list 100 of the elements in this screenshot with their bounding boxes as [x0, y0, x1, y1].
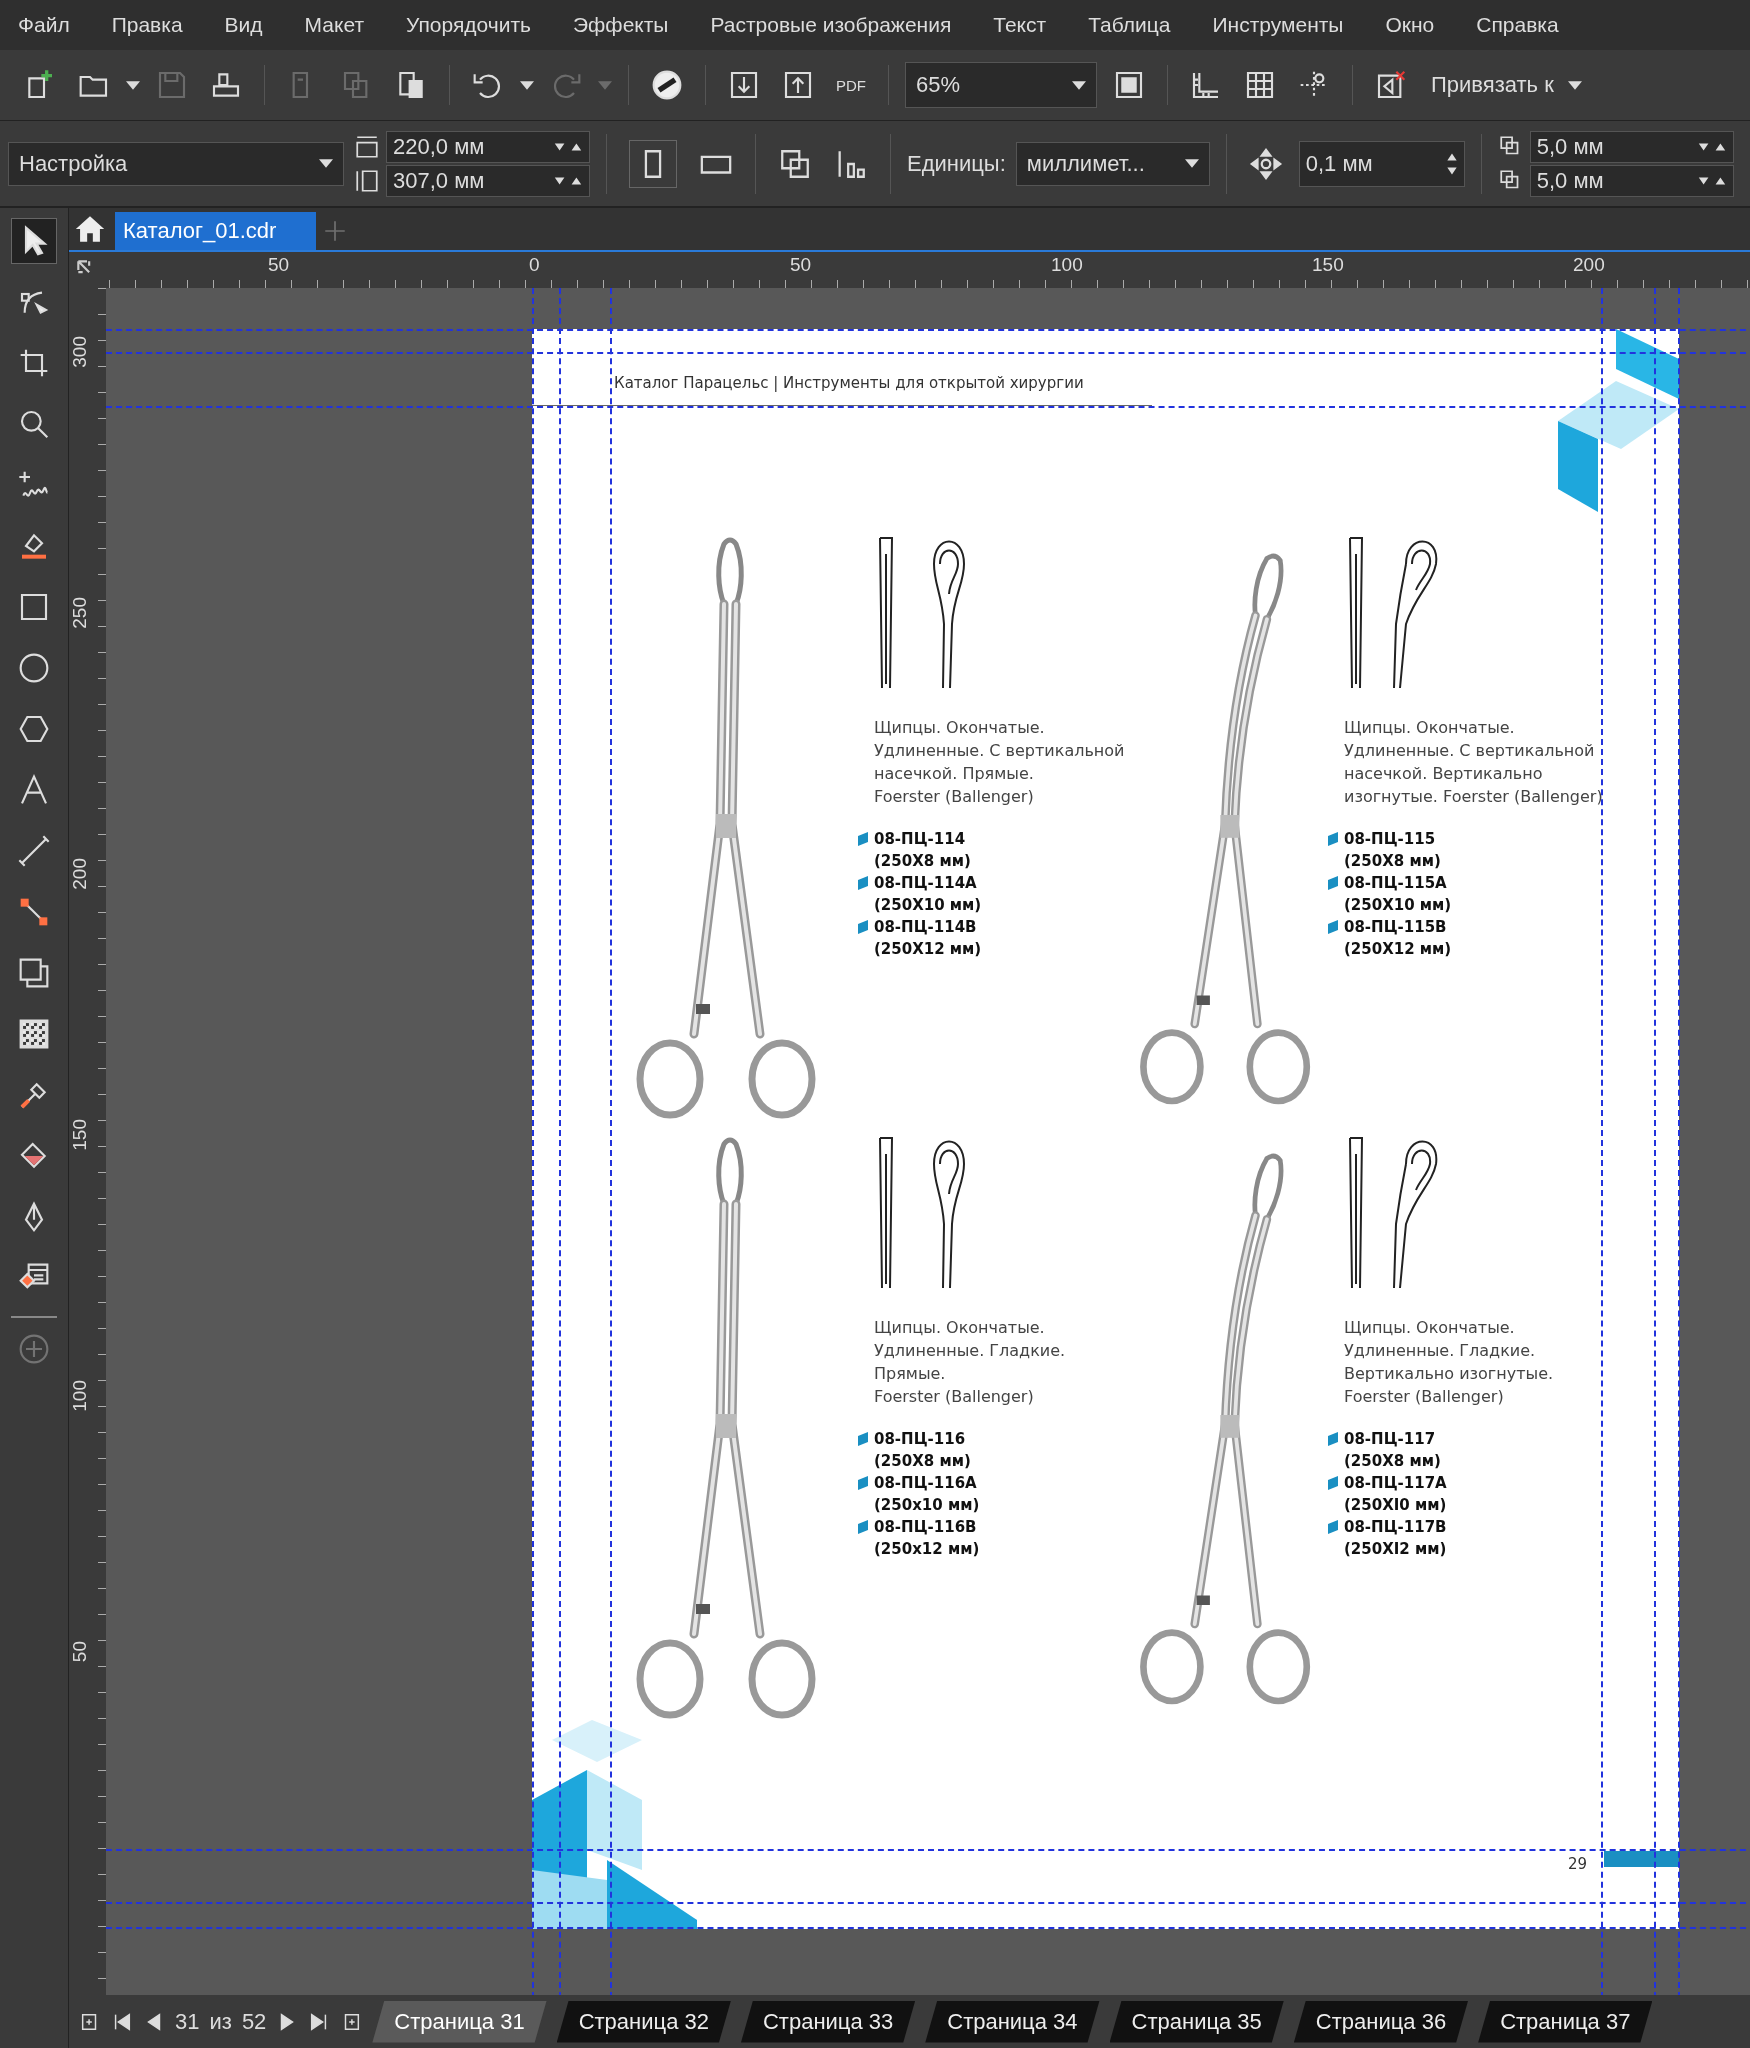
product-code: 08-ПЦ-114 [874, 829, 967, 850]
tool-button[interactable] [11, 218, 57, 264]
bullet-icon [1328, 876, 1338, 890]
bullet-icon [1328, 1476, 1338, 1490]
zoom-dropdown[interactable]: 65% [905, 62, 1097, 108]
rectangle-icon [18, 591, 50, 623]
grid-icon[interactable] [1244, 69, 1276, 101]
page-width-field[interactable]: 220,0 мм [386, 130, 590, 163]
menu-item[interactable]: Эффекты [573, 13, 669, 37]
total-pages: 52 [241, 2008, 267, 2035]
product-code: 08-ПЦ-116А [874, 1473, 978, 1494]
circle-icon[interactable] [651, 69, 683, 101]
product-code: 08-ПЦ-115А [1344, 873, 1448, 894]
ruler-label: 200 [1573, 253, 1606, 277]
ruler-label: 50 [69, 1641, 91, 1663]
caret-icon[interactable] [126, 80, 140, 90]
caret-icon[interactable] [1567, 80, 1582, 90]
add-circle-icon[interactable] [18, 1333, 50, 1365]
bullet-icon [858, 1476, 868, 1490]
menu-item[interactable]: Вид [224, 13, 263, 37]
guide-line[interactable] [559, 288, 561, 1995]
guide-line[interactable] [610, 288, 612, 1995]
menu-item[interactable]: Текст [993, 13, 1047, 37]
menu-item[interactable]: Окно [1385, 13, 1435, 37]
ruler-label: 100 [69, 1380, 91, 1412]
portrait-icon[interactable] [629, 139, 677, 188]
guide-line[interactable] [1678, 288, 1680, 1995]
product-size: (250X8 мм) [1344, 851, 1441, 872]
product-size: (250x10 мм) [874, 1495, 980, 1516]
menu-item[interactable]: Файл [18, 13, 70, 37]
move-arrows-icon [1248, 146, 1283, 181]
caret-icon[interactable] [1184, 159, 1199, 168]
duplicate-x-field[interactable]: 5,0 мм [1529, 130, 1734, 163]
crop-icon [18, 347, 50, 379]
product-code: 08-ПЦ-116 [874, 1429, 967, 1450]
menu-item[interactable]: Инструменты [1212, 13, 1344, 37]
menu-item[interactable]: Макет [304, 13, 364, 37]
ruler-label: 200 [69, 858, 91, 890]
ruler-label: 150 [1312, 253, 1345, 277]
caret-icon[interactable] [520, 80, 534, 90]
menu-item[interactable]: Правка [111, 13, 183, 37]
spinner-arrows-icon[interactable] [553, 140, 583, 153]
snap-off-icon[interactable] [1375, 69, 1407, 101]
guide-line[interactable] [1601, 288, 1603, 1995]
page-header-text: Каталог Парацельс | Инструменты для открытой хирургии [614, 374, 1084, 392]
menu-item[interactable]: Растровые изображения [710, 13, 952, 37]
bullet-icon [858, 920, 868, 934]
duplicate-y-field[interactable]: 5,0 мм [1529, 164, 1734, 197]
bullet-icon [858, 1432, 868, 1446]
page-tab[interactable]: Страница 36 [1293, 2000, 1469, 2043]
product-size: (250X12 мм) [1344, 939, 1452, 960]
ruler-label: 300 [69, 336, 91, 368]
export-icon[interactable] [782, 69, 814, 101]
spinner-arrows-icon[interactable] [1696, 140, 1727, 153]
nudge-field[interactable]: 0,1 мм [1298, 140, 1465, 187]
page-height-icon [354, 167, 380, 194]
bullet-icon [858, 876, 868, 890]
guide-line[interactable] [532, 288, 534, 1995]
current-page-number[interactable]: 31 [175, 2008, 200, 2035]
units-dropdown[interactable]: миллимет... [1015, 141, 1210, 186]
units-label: Единицы: [907, 150, 1006, 177]
product-code: 08-ПЦ-114В [874, 917, 978, 938]
bullet-icon [1328, 920, 1338, 934]
product-size: (250X8 мм) [874, 1451, 971, 1472]
menu-item[interactable]: Упорядочить [406, 13, 531, 37]
product-size: (250X10 мм) [874, 895, 982, 916]
spinner-arrows-icon[interactable] [1696, 174, 1727, 187]
page-of-label: из [209, 2008, 232, 2035]
hexagon-icon [18, 713, 50, 745]
magnifier-icon [18, 408, 50, 440]
product-description: Щипцы. Окончатые. Удлиненные. Гладкие. Вертикально изогнутые. Foerster (Ballenger) [1344, 1317, 1554, 1408]
bullet-icon [1328, 1520, 1338, 1534]
snap-dropdown[interactable]: Привязать к [1431, 72, 1582, 98]
page-tab[interactable]: Страница 37 [1478, 2000, 1653, 2043]
page-tab[interactable]: Страница 31 [372, 2000, 547, 2043]
ruler-label: 250 [69, 597, 91, 629]
spinner-arrows-icon[interactable] [553, 174, 583, 187]
page-tab[interactable]: Страница 34 [925, 2000, 1100, 2043]
full-screen-icon[interactable] [1113, 69, 1145, 101]
product-description: Щипцы. Окончатые. Удлиненные. Гладкие. Прямые. Foerster (Ballenger) [874, 1317, 1066, 1408]
menu-item[interactable]: Таблица [1088, 13, 1171, 37]
product-code: 08-ПЦ-117А [1344, 1473, 1447, 1494]
pdf-export-button[interactable]: PDF [830, 76, 872, 94]
page-tab[interactable]: Страница 32 [556, 2000, 731, 2043]
connector-icon [18, 896, 50, 928]
checkerboard-icon [18, 1018, 50, 1050]
caret-icon[interactable] [1072, 80, 1086, 90]
product-size: (250X8 мм) [1344, 1451, 1441, 1472]
product-code: 08-ПЦ-117 [1344, 1429, 1437, 1450]
import-icon[interactable] [728, 69, 760, 101]
page-height-field[interactable]: 307,0 мм [386, 164, 590, 197]
product-code: 08-ПЦ-116В [874, 1517, 978, 1538]
guide-line[interactable] [1654, 288, 1656, 1995]
page-tab[interactable]: Страница 35 [1109, 2000, 1284, 2043]
document-tab[interactable]: Каталог_01.cdr [115, 212, 317, 250]
diagonal-line-icon [18, 835, 50, 867]
caret-icon[interactable] [319, 159, 333, 168]
preset-dropdown[interactable]: Настройка [8, 141, 344, 186]
page-tab[interactable]: Страница 33 [740, 2000, 916, 2043]
menu-item[interactable]: Справка [1476, 13, 1559, 37]
